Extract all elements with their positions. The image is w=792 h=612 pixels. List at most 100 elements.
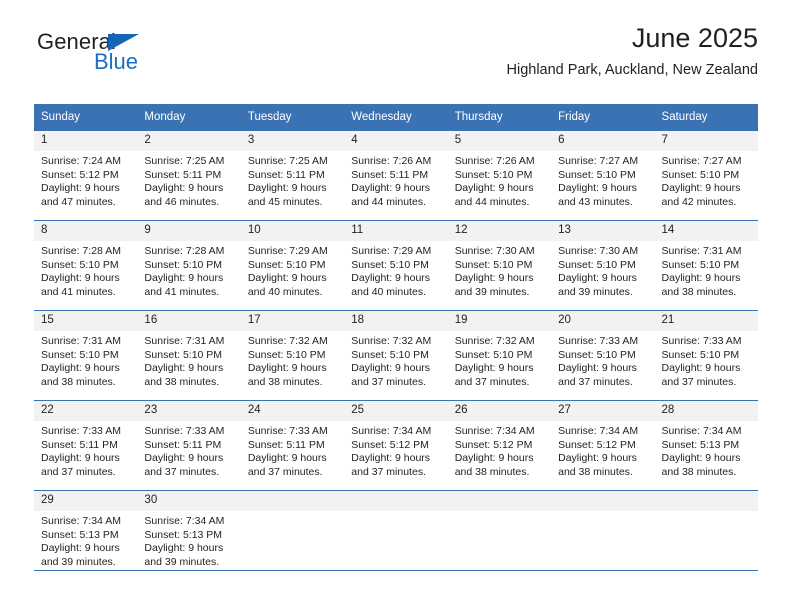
sunset-text: Sunset: 5:10 PM <box>144 348 223 361</box>
sunrise-text: Sunrise: 7:31 AM <box>661 245 742 257</box>
day-number: 7 <box>654 131 758 151</box>
sunrise-text: Sunrise: 7:28 AM <box>144 245 225 257</box>
day-cell[interactable]: 4 Sunrise: 7:26 AM Sunset: 5:11 PM Daylight… <box>344 130 448 220</box>
day-cell[interactable]: 27 Sunrise: 7:34 AM Sunset: 5:12 PM Dayligh… <box>551 400 655 490</box>
daylight-text-line1: Daylight: 9 hours <box>558 272 637 284</box>
day-cell[interactable]: 18 Sunrise: 7:32 AM Sunset: 5:10 PM Dayligh… <box>344 310 448 400</box>
calendar-cell <box>344 490 448 580</box>
daylight-text-line1: Daylight: 9 hours <box>558 362 637 374</box>
day-cell[interactable]: 26 Sunrise: 7:34 AM Sunset: 5:12 PM Dayligh… <box>447 400 552 490</box>
day-cell[interactable]: 25 Sunrise: 7:34 AM Sunset: 5:12 PM Dayligh… <box>344 400 448 490</box>
day-cell[interactable]: 21 Sunrise: 7:33 AM Sunset: 5:10 PM Dayligh… <box>654 310 758 400</box>
daylight-text-line2: and 46 minutes. <box>144 195 220 208</box>
day-number: 21 <box>654 311 758 331</box>
daylight-text-line2: and 38 minutes. <box>144 375 220 388</box>
day-number: 20 <box>551 311 655 331</box>
calendar-cell: 24 Sunrise: 7:33 AM Sunset: 5:11 PM Dayligh… <box>240 400 345 490</box>
day-cell[interactable]: 3 Sunrise: 7:25 AM Sunset: 5:11 PM Daylight… <box>240 130 345 220</box>
sunset-text: Sunset: 5:10 PM <box>661 258 740 271</box>
day-cell[interactable]: 29 Sunrise: 7:34 AM Sunset: 5:13 PM Dayligh… <box>34 490 138 580</box>
sunrise-text: Sunrise: 7:32 AM <box>351 335 432 347</box>
calendar-week-row: 1 Sunrise: 7:24 AM Sunset: 5:12 PM Daylight… <box>34 130 758 220</box>
day-cell[interactable]: 28 Sunrise: 7:34 AM Sunset: 5:13 PM Dayligh… <box>654 400 758 490</box>
day-number: 17 <box>240 311 345 331</box>
daylight-text-line1: Daylight: 9 hours <box>351 182 431 194</box>
sunrise-text: Sunrise: 7:28 AM <box>41 245 121 257</box>
day-cell[interactable]: 17 Sunrise: 7:32 AM Sunset: 5:10 PM Dayligh… <box>240 310 345 400</box>
day-cell[interactable]: 2 Sunrise: 7:25 AM Sunset: 5:11 PM Daylight… <box>137 130 241 220</box>
day-cell[interactable]: 12 Sunrise: 7:30 AM Sunset: 5:10 PM Dayligh… <box>447 220 552 310</box>
day-cell[interactable]: 9 Sunrise: 7:28 AM Sunset: 5:10 PM Daylight… <box>137 220 241 310</box>
general-blue-logo[interactable]: General Blue <box>37 30 237 76</box>
calendar-cell: 10 Sunrise: 7:29 AM Sunset: 5:10 PM Dayligh… <box>240 220 345 310</box>
sunrise-text: Sunrise: 7:27 AM <box>661 155 742 167</box>
sunset-text: Sunset: 5:11 PM <box>144 168 222 181</box>
daylight-text-line1: Daylight: 9 hours <box>41 182 120 194</box>
sunset-text: Sunset: 5:10 PM <box>558 258 636 271</box>
sunset-text: Sunset: 5:11 PM <box>144 438 222 451</box>
day-info: Sunrise: 7:34 AM Sunset: 5:13 PM Daylight:… <box>137 511 240 569</box>
day-cell[interactable]: 8 Sunrise: 7:28 AM Sunset: 5:10 PM Daylight… <box>34 220 138 310</box>
calendar-cell: 1 Sunrise: 7:24 AM Sunset: 5:12 PM Daylight… <box>34 130 138 220</box>
sunrise-text: Sunrise: 7:26 AM <box>351 155 432 167</box>
day-info: Sunrise: 7:34 AM Sunset: 5:13 PM Daylight:… <box>655 421 758 479</box>
calendar-cell: 16 Sunrise: 7:31 AM Sunset: 5:10 PM Dayligh… <box>137 310 241 400</box>
day-cell-empty <box>344 490 448 580</box>
page-header: General Blue June 2025 Highland Park, Au… <box>34 0 758 78</box>
daylight-text-line2: and 39 minutes. <box>454 285 530 298</box>
day-cell[interactable]: 24 Sunrise: 7:33 AM Sunset: 5:11 PM Dayligh… <box>240 400 345 490</box>
day-number: 2 <box>137 131 241 151</box>
day-cell[interactable]: 13 Sunrise: 7:30 AM Sunset: 5:10 PM Dayligh… <box>551 220 655 310</box>
sunrise-text: Sunrise: 7:30 AM <box>558 245 639 257</box>
day-info: Sunrise: 7:27 AM Sunset: 5:10 PM Daylight:… <box>551 151 654 209</box>
day-cell[interactable]: 23 Sunrise: 7:33 AM Sunset: 5:11 PM Dayligh… <box>137 400 241 490</box>
daylight-text-line1: Daylight: 9 hours <box>144 542 224 554</box>
day-cell[interactable]: 20 Sunrise: 7:33 AM Sunset: 5:10 PM Dayligh… <box>551 310 655 400</box>
day-info: Sunrise: 7:34 AM Sunset: 5:12 PM Daylight:… <box>344 421 447 479</box>
weekday-header-thursday: Thursday <box>447 104 552 130</box>
page-subtitle: Highland Park, Auckland, New Zealand <box>506 62 758 78</box>
day-number: 4 <box>344 131 448 151</box>
day-cell[interactable]: 6 Sunrise: 7:27 AM Sunset: 5:10 PM Daylight… <box>551 130 655 220</box>
day-info: Sunrise: 7:26 AM Sunset: 5:10 PM Daylight:… <box>448 151 551 209</box>
day-info: Sunrise: 7:31 AM Sunset: 5:10 PM Daylight:… <box>655 241 758 299</box>
calendar-cell <box>240 490 345 580</box>
day-cell[interactable]: 1 Sunrise: 7:24 AM Sunset: 5:12 PM Daylight… <box>34 130 138 220</box>
day-cell[interactable]: 19 Sunrise: 7:32 AM Sunset: 5:10 PM Dayligh… <box>447 310 552 400</box>
day-cell[interactable]: 16 Sunrise: 7:31 AM Sunset: 5:10 PM Dayligh… <box>137 310 241 400</box>
daylight-text-line2: and 37 minutes. <box>351 465 426 478</box>
sunrise-text: Sunrise: 7:29 AM <box>351 245 432 257</box>
calendar-cell: 20 Sunrise: 7:33 AM Sunset: 5:10 PM Dayligh… <box>551 310 655 400</box>
calendar-cell <box>551 490 655 580</box>
sunset-text: Sunset: 5:10 PM <box>41 258 119 271</box>
day-cell[interactable]: 30 Sunrise: 7:34 AM Sunset: 5:13 PM Dayligh… <box>137 490 241 580</box>
day-number <box>447 491 552 511</box>
sunrise-text: Sunrise: 7:33 AM <box>247 425 328 437</box>
day-cell[interactable]: 5 Sunrise: 7:26 AM Sunset: 5:10 PM Daylight… <box>447 130 552 220</box>
day-number: 19 <box>447 311 552 331</box>
daylight-text-line1: Daylight: 9 hours <box>144 182 224 194</box>
daylight-text-line2: and 40 minutes. <box>247 285 323 298</box>
day-cell[interactable]: 22 Sunrise: 7:33 AM Sunset: 5:11 PM Dayligh… <box>34 400 138 490</box>
day-number: 14 <box>654 221 758 241</box>
day-cell[interactable]: 10 Sunrise: 7:29 AM Sunset: 5:10 PM Dayligh… <box>240 220 345 310</box>
day-cell[interactable]: 7 Sunrise: 7:27 AM Sunset: 5:10 PM Daylight… <box>654 130 758 220</box>
sunset-text: Sunset: 5:11 PM <box>351 168 429 181</box>
day-cell[interactable]: 11 Sunrise: 7:29 AM Sunset: 5:10 PM Dayligh… <box>344 220 448 310</box>
day-info: Sunrise: 7:34 AM Sunset: 5:12 PM Daylight:… <box>448 421 551 479</box>
sunrise-text: Sunrise: 7:30 AM <box>454 245 535 257</box>
day-number: 12 <box>447 221 552 241</box>
sunrise-text: Sunrise: 7:27 AM <box>558 155 639 167</box>
day-cell[interactable]: 14 Sunrise: 7:31 AM Sunset: 5:10 PM Dayligh… <box>654 220 758 310</box>
daylight-text-line2: and 43 minutes. <box>558 195 633 208</box>
day-cell[interactable]: 15 Sunrise: 7:31 AM Sunset: 5:10 PM Dayligh… <box>34 310 138 400</box>
day-cell-empty <box>551 490 655 580</box>
calendar-week-row: 29 Sunrise: 7:34 AM Sunset: 5:13 PM Dayligh… <box>34 490 758 580</box>
sunset-text: Sunset: 5:13 PM <box>144 528 223 541</box>
calendar-cell: 27 Sunrise: 7:34 AM Sunset: 5:12 PM Dayligh… <box>551 400 655 490</box>
weekday-header-tuesday: Tuesday <box>240 104 345 130</box>
day-number: 29 <box>34 491 138 511</box>
day-number: 23 <box>137 401 241 421</box>
daylight-text-line2: and 42 minutes. <box>661 195 737 208</box>
daylight-text-line2: and 37 minutes. <box>351 375 426 388</box>
